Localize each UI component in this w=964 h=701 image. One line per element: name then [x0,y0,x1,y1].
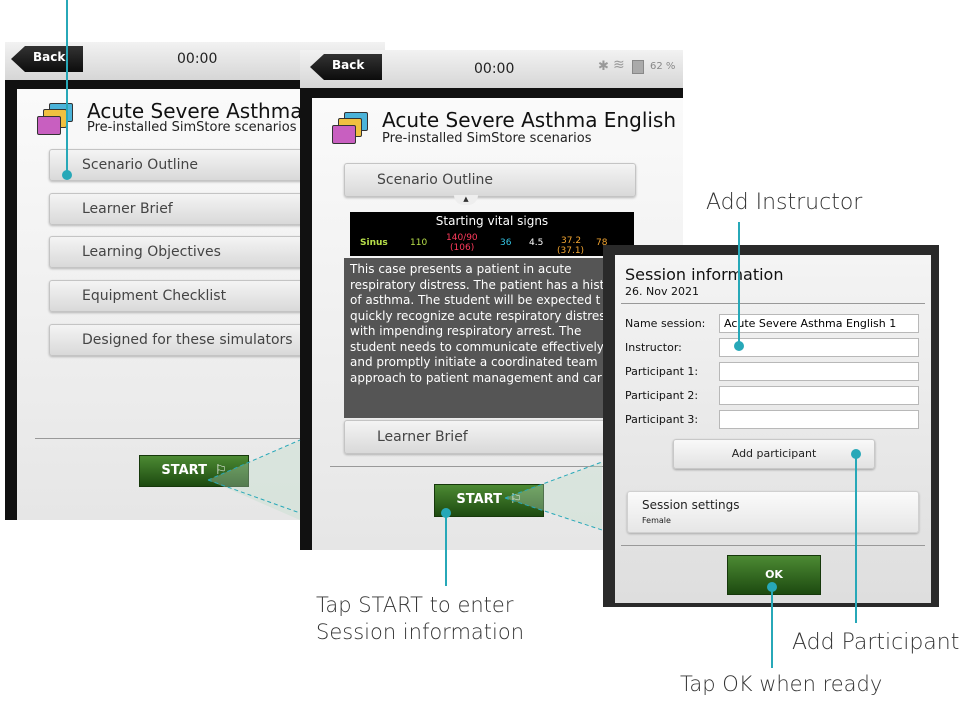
session-date: 26. Nov 2021 [625,285,699,298]
annotation-tap-start-line1: Tap START to enter [316,593,514,617]
callout-line-ok [771,588,773,668]
session-info-dialog: Session information 26. Nov 2021 Name se… [603,245,939,607]
callout-dot-scenario [62,170,72,180]
instructor-input[interactable] [719,338,919,357]
session-settings-value: Female [642,516,671,525]
participant-3-input[interactable] [719,410,919,429]
participant-2-label: Participant 2: [625,389,699,402]
instructor-label: Instructor: [625,341,682,354]
session-settings-title: Session settings [642,498,740,512]
annotation-add-instructor: Add Instructor [706,190,863,215]
name-session-label: Name session: [625,317,706,330]
callout-line-participant [855,455,857,623]
callout-dot-instructor [734,341,744,351]
session-settings-button[interactable]: Session settings Female [627,491,919,533]
divider [621,545,925,546]
callout-line-scenario [66,0,68,172]
name-session-input[interactable]: Acute Severe Asthma English 1 [719,314,919,333]
annotation-add-participant: Add Participant [792,630,960,655]
callout-line-instructor [738,222,740,344]
callout-line-start [445,514,447,586]
session-dialog-body: Session information 26. Nov 2021 Name se… [615,255,931,603]
participant-3-label: Participant 3: [625,413,699,426]
add-participant-button[interactable]: Add participant [673,439,875,469]
participant-2-input[interactable] [719,386,919,405]
session-title: Session information [625,265,784,284]
annotation-tap-start-line2: Session information [316,620,525,644]
participant-1-input[interactable] [719,362,919,381]
annotation-tap-ok: Tap OK when ready [680,672,883,696]
participant-1-label: Participant 1: [625,365,699,378]
divider [621,303,925,304]
